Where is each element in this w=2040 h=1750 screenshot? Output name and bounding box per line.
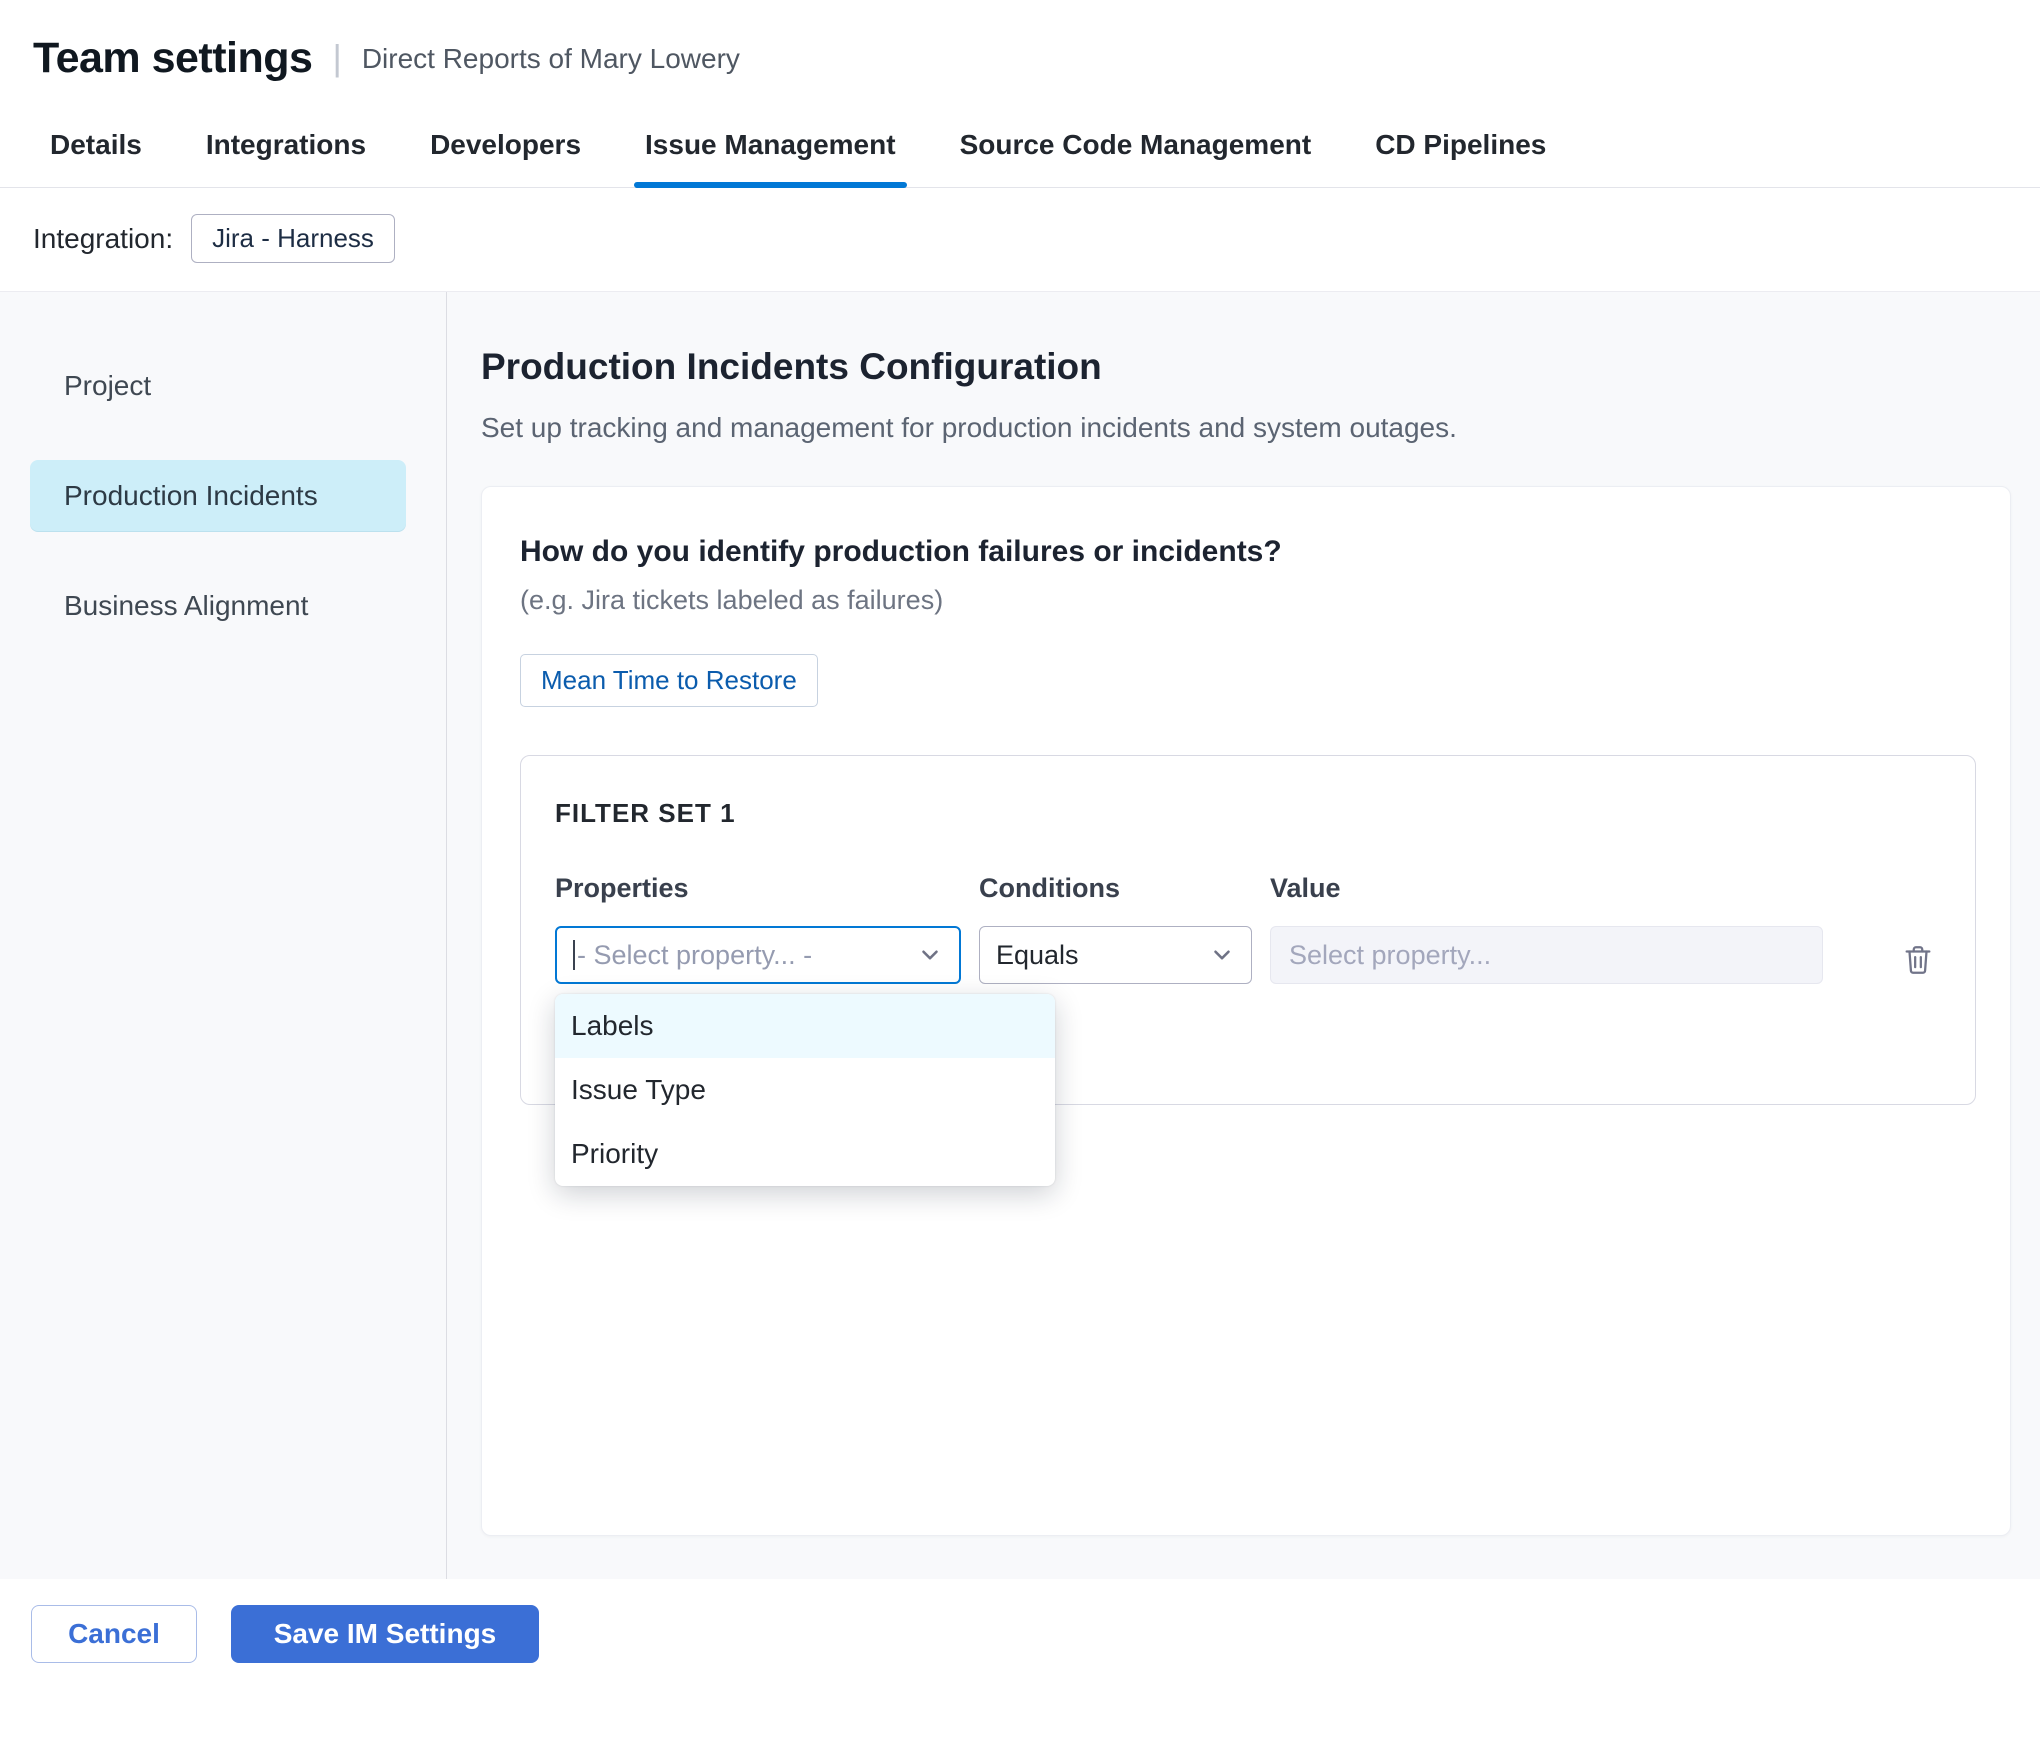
page-header: Team settings | Direct Reports of Mary L… — [0, 0, 2040, 83]
trash-icon — [1901, 943, 1935, 977]
dropdown-option-labels[interactable]: Labels — [555, 994, 1055, 1058]
section-title: Production Incidents Configuration — [481, 346, 2011, 388]
integration-row: Integration: Jira - Harness — [0, 188, 2040, 291]
chevron-down-icon — [917, 942, 943, 968]
conditions-column-header: Conditions — [979, 873, 1252, 904]
mean-time-to-restore-chip[interactable]: Mean Time to Restore — [520, 654, 818, 707]
property-dropdown: Labels Issue Type Priority — [555, 994, 1055, 1186]
tab-bar: Details Integrations Developers Issue Ma… — [0, 113, 2040, 188]
text-cursor — [573, 940, 575, 970]
delete-filter-button[interactable] — [1895, 937, 1941, 983]
filter-set-box: FILTER SET 1 Properties - Select propert… — [520, 755, 1976, 1105]
sidebar-item-business-alignment[interactable]: Business Alignment — [30, 570, 406, 642]
tab-source-code-management[interactable]: Source Code Management — [955, 113, 1317, 187]
page-title: Team settings — [33, 34, 312, 83]
value-column: Value — [1270, 873, 1823, 984]
condition-select-value: Equals — [996, 940, 1209, 971]
integration-label: Integration: — [33, 223, 173, 255]
integration-chip[interactable]: Jira - Harness — [191, 214, 395, 263]
properties-column-header: Properties — [555, 873, 961, 904]
sidebar-item-production-incidents[interactable]: Production Incidents — [30, 460, 406, 532]
conditions-column: Conditions Equals — [979, 873, 1252, 984]
condition-select[interactable]: Equals — [979, 926, 1252, 984]
content-area: Project Production Incidents Business Al… — [0, 291, 2040, 1579]
footer-actions: Cancel Save IM Settings — [0, 1579, 2040, 1663]
team-name-subtitle: Direct Reports of Mary Lowery — [362, 43, 740, 75]
save-im-settings-button[interactable]: Save IM Settings — [231, 1605, 539, 1663]
main-panel: Production Incidents Configuration Set u… — [447, 292, 2040, 1579]
incidents-config-card: How do you identify production failures … — [481, 486, 2011, 1536]
value-column-header: Value — [1270, 873, 1823, 904]
settings-sidebar: Project Production Incidents Business Al… — [0, 292, 447, 1579]
tab-cd-pipelines[interactable]: CD Pipelines — [1370, 113, 1551, 187]
sidebar-item-project[interactable]: Project — [30, 350, 406, 422]
tab-developers[interactable]: Developers — [425, 113, 586, 187]
section-subtitle: Set up tracking and management for produ… — [481, 412, 2011, 444]
tab-issue-management[interactable]: Issue Management — [640, 113, 901, 187]
title-separator: | — [332, 37, 341, 81]
config-hint: (e.g. Jira tickets labeled as failures) — [520, 585, 1972, 616]
filter-set-title: FILTER SET 1 — [555, 798, 1941, 829]
value-input[interactable] — [1270, 926, 1823, 984]
tab-details[interactable]: Details — [45, 113, 147, 187]
property-select-wrap: - Select property... - Labels Issue Type… — [555, 926, 961, 984]
cancel-button[interactable]: Cancel — [31, 1605, 197, 1663]
property-select-value: - Select property... - — [577, 940, 917, 971]
chevron-down-icon — [1209, 942, 1235, 968]
tab-integrations[interactable]: Integrations — [201, 113, 371, 187]
dropdown-option-priority[interactable]: Priority — [555, 1122, 1055, 1186]
filter-grid: Properties - Select property... - — [555, 873, 1941, 984]
property-select[interactable]: - Select property... - — [555, 926, 961, 984]
properties-column: Properties - Select property... - — [555, 873, 961, 984]
dropdown-option-issue-type[interactable]: Issue Type — [555, 1058, 1055, 1122]
config-question: How do you identify production failures … — [520, 535, 1972, 569]
